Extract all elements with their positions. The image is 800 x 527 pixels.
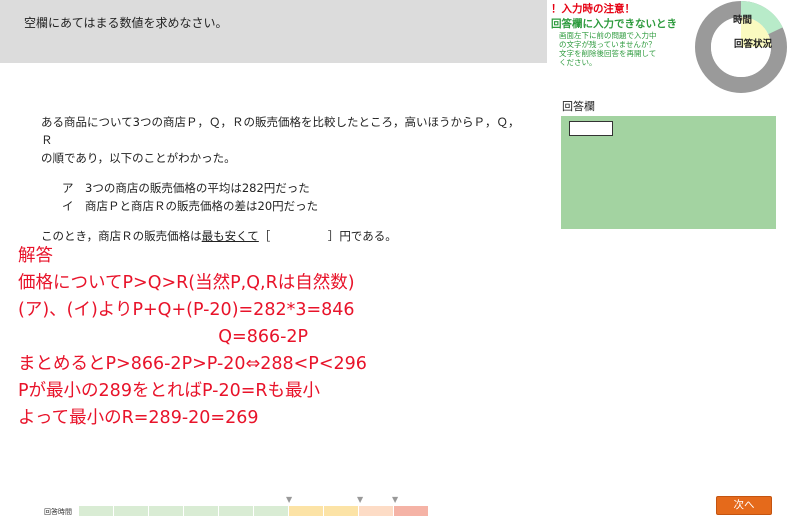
ask-prefix: このとき，商店Ｒの販売価格は — [41, 229, 202, 243]
time-bar-segment — [149, 506, 183, 516]
answer-time-bar — [79, 506, 429, 516]
time-marker-icon: ▼ — [286, 495, 293, 504]
time-bar-segment — [289, 506, 323, 516]
solution-line: よって最小のR=289-20=269 — [18, 408, 259, 428]
notice-title: ！入力時の注意！ — [551, 3, 635, 15]
time-bar-segment — [359, 506, 393, 516]
instruction-band: 空欄にあてはまる数値を求めなさい。 — [0, 0, 547, 63]
time-bar-segment — [394, 506, 428, 516]
answer-label: 回答欄 — [562, 100, 595, 113]
notice-body: 画面左下に前の問題で入力中 の文字が残っていませんか？ 文字を削除後回答を再開し… — [551, 31, 701, 67]
condition-a: ア 3つの商店の販売価格の平均は282円だった — [62, 181, 310, 195]
input-notice: ！入力時の注意！ 回答欄に入力できないとき 画面左下に前の問題で入力中 の文字が… — [551, 3, 701, 67]
solution-line: (ア)、(イ)よりP+Q+(P-20)=282*3=846 — [18, 300, 355, 320]
next-button[interactable]: 次へ — [716, 496, 772, 515]
question-line: ある商品について3つの商店Ｐ，Ｑ，Ｒの販売価格を比較したところ，高いほうからＰ，… — [41, 115, 520, 147]
time-bar-segment — [184, 506, 218, 516]
solution-line: Q=866-2P — [18, 327, 309, 347]
instruction-text: 空欄にあてはまる数値を求めなさい。 — [24, 16, 228, 30]
time-marker-icon: ▼ — [357, 495, 364, 504]
time-bar-segment — [254, 506, 288, 516]
notice-line: ください。 — [559, 58, 597, 67]
solution-text: 解答 価格についてP>Q>R(当然P,Q,Rは自然数) (ア)、(イ)よりP+Q… — [18, 243, 367, 432]
timer-time-label: 時間 — [733, 15, 753, 26]
question-line: の順であり，以下のことがわかった。 — [41, 151, 236, 165]
time-marker-icon: ▼ — [392, 495, 399, 504]
timer-chart: 時間 回答状況 — [694, 0, 788, 94]
time-bar-segment — [324, 506, 358, 516]
answer-area — [561, 116, 776, 229]
notice-line: の文字が残っていませんか？ — [559, 40, 656, 49]
time-bar-segment — [79, 506, 113, 516]
time-bar-segment — [219, 506, 253, 516]
notice-heading: 回答欄に入力できないとき — [551, 18, 677, 30]
condition-i: イ 商店Ｐと商店Ｒの販売価格の差は20円だった — [62, 199, 319, 213]
answer-time-label: 回答時間 — [44, 508, 72, 516]
notice-line: 文字を削除後回答を再開して — [559, 49, 657, 58]
solution-line: 価格についてP>Q>R(当然P,Q,Rは自然数) — [18, 273, 355, 293]
ask-underlined: 最も安くて — [201, 229, 259, 243]
solution-line: 解答 — [18, 246, 53, 266]
solution-line: Pが最小の289をとればP-20=Rも最小 — [18, 381, 321, 401]
time-bar-segment — [114, 506, 148, 516]
ask-suffix: 円である。 — [339, 229, 397, 243]
solution-line: まとめるとP>866-2P>P-20⇔288<P<296 — [18, 354, 367, 374]
notice-line: 画面左下に前の問題で入力中 — [559, 31, 657, 40]
question-text: ある商品について3つの商店Ｐ，Ｑ，Ｒの販売価格を比較したところ，高いほうからＰ，… — [41, 113, 521, 245]
timer-status-label: 回答状況 — [734, 39, 773, 50]
answer-input[interactable] — [569, 121, 613, 136]
ask-bracket: ［ ］ — [258, 229, 340, 243]
